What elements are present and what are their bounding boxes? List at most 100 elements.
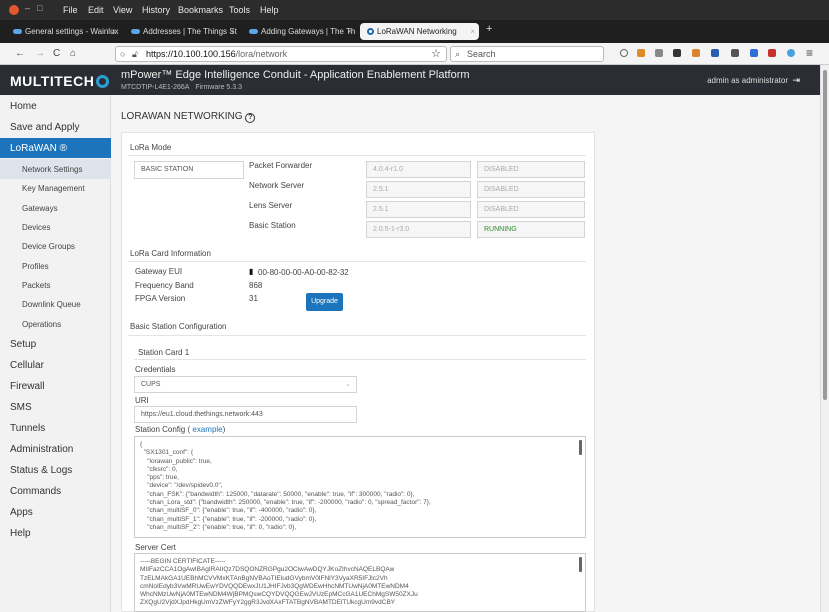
- lock-icon: 🔓︎: [132, 49, 138, 59]
- upgrade-button[interactable]: Upgrade: [306, 293, 343, 311]
- divider: [128, 335, 586, 336]
- reload-icon[interactable]: C: [53, 48, 60, 59]
- tab-label: LoRaWAN Networking: [377, 27, 457, 36]
- station-config-label-close: ): [222, 425, 226, 434]
- lens-server-status: DISABLED: [477, 201, 585, 218]
- url-path: /lora/network: [235, 49, 288, 59]
- uri-input[interactable]: https://eu1.cloud.thethings.network:443: [134, 406, 357, 423]
- sidebar-item-network-settings[interactable]: Network Settings: [22, 165, 82, 174]
- menu-help[interactable]: Help: [260, 5, 279, 15]
- sidebar-item-profiles[interactable]: Profiles: [22, 262, 49, 271]
- menu-bookmarks[interactable]: Bookmarks: [178, 5, 223, 15]
- new-tab-button[interactable]: +: [486, 23, 492, 35]
- logout-icon[interactable]: ⇥: [792, 75, 800, 85]
- navigation-bar: ← → C ⌂ ○ 🔓︎ https://10.100.100.156/lora…: [0, 43, 829, 65]
- scrollbar-thumb[interactable]: [823, 70, 827, 400]
- lora-mode-select[interactable]: BASIC STATION: [134, 161, 244, 179]
- menu-file[interactable]: File: [63, 5, 78, 15]
- menu-view[interactable]: View: [113, 5, 132, 15]
- sidebar-item-devices[interactable]: Devices: [22, 223, 50, 232]
- tab-favicon-icon: [367, 28, 374, 36]
- example-link[interactable]: example: [192, 425, 222, 434]
- credentials-select[interactable]: CUPS ⌄: [134, 376, 357, 393]
- sidebar-item-save-and-apply[interactable]: Save and Apply: [10, 122, 80, 133]
- server-cert-textarea[interactable]: -----BEGIN CERTIFICATE----- MIIFazCCA1Og…: [134, 553, 586, 612]
- bookmark-star-icon[interactable]: ☆: [431, 47, 441, 61]
- app-title: mPower™ Edge Intelligence Conduit - Appl…: [121, 69, 470, 81]
- sidebar-item-commands[interactable]: Commands: [10, 486, 61, 497]
- logo-text: MULTITECH: [10, 73, 95, 89]
- station-card-heading: Station Card 1: [138, 348, 190, 357]
- user-info[interactable]: admin as administrator ⇥: [707, 75, 800, 86]
- ublock-icon[interactable]: [768, 49, 776, 57]
- tab-general-settings[interactable]: General settings - Wainlux ×: [6, 23, 120, 40]
- sidebar-item-operations[interactable]: Operations: [22, 320, 61, 329]
- menu-edit[interactable]: Edit: [88, 5, 104, 15]
- sidebar-item-sms[interactable]: SMS: [10, 402, 32, 413]
- sidebar-item-administration[interactable]: Administration: [10, 444, 73, 455]
- menu-tools[interactable]: Tools: [229, 5, 250, 15]
- tab-favicon-icon: [13, 29, 22, 35]
- sidebar-item-tunnels[interactable]: Tunnels: [10, 423, 45, 434]
- tab-close-icon[interactable]: ×: [229, 23, 234, 40]
- logo-ring-icon: [96, 75, 110, 88]
- sidebar-item-help[interactable]: Help: [10, 528, 31, 539]
- extension-icon[interactable]: [673, 49, 681, 57]
- download-icon[interactable]: [637, 49, 645, 57]
- extension-icon[interactable]: [711, 49, 719, 57]
- tab-close-icon[interactable]: ×: [111, 23, 116, 40]
- sidebar-item-device-groups[interactable]: Device Groups: [22, 242, 75, 251]
- tab-adding-gateways[interactable]: Adding Gateways | The Th ×: [242, 23, 356, 40]
- page-title: LORAWAN NETWORKING ?: [121, 111, 256, 123]
- url-bar[interactable]: ○ 🔓︎ https://10.100.100.156/lora/network…: [115, 46, 447, 62]
- minimize-button[interactable]: –: [25, 3, 30, 13]
- sidebar-item-gateways[interactable]: Gateways: [22, 204, 58, 213]
- search-input[interactable]: ⌕ Search: [450, 46, 604, 62]
- back-icon[interactable]: ←: [15, 48, 25, 59]
- clipboard-icon[interactable]: ▮: [249, 267, 253, 276]
- tab-close-icon[interactable]: ×: [347, 23, 352, 40]
- sidebar-item-packets[interactable]: Packets: [22, 281, 50, 290]
- home-icon[interactable]: ⌂: [70, 48, 76, 59]
- tab-label: General settings - Wainlux: [25, 27, 119, 36]
- close-window-icon[interactable]: [9, 5, 19, 15]
- network-server-version: 2.5.1: [366, 181, 471, 198]
- extension-icon[interactable]: [750, 49, 758, 57]
- pocket-icon[interactable]: [620, 49, 628, 57]
- lens-server-version: 2.5.1: [366, 201, 471, 218]
- station-config-textarea[interactable]: { "SX1301_conf": { "lorawan_public": tru…: [134, 436, 586, 538]
- maximize-button[interactable]: □: [37, 3, 42, 13]
- metamask-icon[interactable]: [692, 49, 700, 57]
- credentials-label: Credentials: [135, 365, 176, 374]
- app-header: MULTITECH mPower™ Edge Intelligence Cond…: [0, 65, 820, 95]
- sidebar-item-setup[interactable]: Setup: [10, 339, 36, 350]
- sidebar-item-firewall[interactable]: Firewall: [10, 381, 44, 392]
- sidebar-item-key-management[interactable]: Key Management: [22, 184, 85, 193]
- server-cert-text: -----BEGIN CERTIFICATE----- MIIFazCCA1Og…: [140, 558, 418, 607]
- url-host: https://10.100.100.156: [146, 49, 236, 59]
- sidebar-item-home[interactable]: Home: [10, 101, 37, 112]
- textarea-scrollbar[interactable]: [579, 557, 582, 572]
- lens-server-label: Lens Server: [249, 201, 293, 210]
- extension-icon[interactable]: [655, 49, 663, 57]
- extension-icon[interactable]: [731, 49, 739, 57]
- basic-station-version: 2.0.5-1-r3.0: [366, 221, 471, 238]
- uri-label: URI: [135, 396, 149, 405]
- forward-icon[interactable]: →: [35, 48, 45, 59]
- menu-history[interactable]: History: [142, 5, 170, 15]
- tab-close-icon[interactable]: ×: [470, 23, 475, 40]
- multitech-logo: MULTITECH: [10, 73, 110, 89]
- textarea-scrollbar[interactable]: [579, 440, 582, 455]
- sidebar-item-status-logs[interactable]: Status & Logs: [10, 465, 72, 476]
- sidebar-item-apps[interactable]: Apps: [10, 507, 33, 518]
- search-icon: ⌕: [455, 49, 461, 59]
- page-scrollbar[interactable]: [820, 65, 829, 612]
- help-icon[interactable]: ?: [245, 113, 256, 123]
- page-title-text: LORAWAN NETWORKING: [121, 111, 243, 122]
- tab-addresses[interactable]: Addresses | The Things St ×: [124, 23, 238, 40]
- sidebar-item-downlink-queue[interactable]: Downlink Queue: [22, 300, 81, 309]
- extension-icon[interactable]: [787, 49, 795, 57]
- hamburger-menu-icon[interactable]: ≡: [806, 46, 813, 60]
- tab-lorawan-networking[interactable]: LoRaWAN Networking ×: [360, 23, 479, 40]
- sidebar-item-cellular[interactable]: Cellular: [10, 360, 44, 371]
